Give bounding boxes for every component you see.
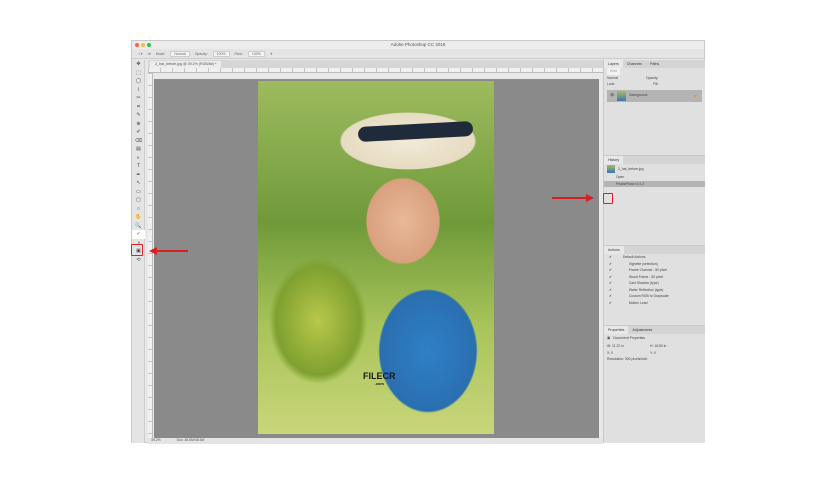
tool-15-icon[interactable]: ▭ <box>132 188 145 197</box>
tool-11-icon[interactable]: ◐ <box>132 154 145 163</box>
tool-7-icon[interactable]: ⊕ <box>132 120 145 129</box>
status-bar: 39.2% Doc: 48.6M/48.6M <box>148 438 603 444</box>
resolution-value: Resolution: 300 pixels/inch <box>607 357 648 361</box>
tool-19-icon[interactable]: 🔍 <box>132 222 145 231</box>
y-value[interactable]: Y: 0 <box>650 350 656 357</box>
tool-13-icon[interactable]: ✒ <box>132 171 145 180</box>
options-bar: ✓▾ •▾ Mode: Normal Opacity: 100% Flow: 1… <box>132 49 704 59</box>
tool-3-icon[interactable]: ⌇ <box>132 86 145 95</box>
tool-18-icon[interactable]: ✋ <box>132 213 145 222</box>
layer-name: Background <box>629 93 648 98</box>
window-title: Adobe Photoshop CC 2018 <box>390 42 446 47</box>
tool-16-icon[interactable]: ▢ <box>132 196 145 205</box>
tab-paths[interactable]: Paths <box>646 60 663 68</box>
tool-2-icon[interactable]: ◯ <box>132 77 145 86</box>
vertical-ruler <box>148 73 153 438</box>
tool-17-icon[interactable]: ○ <box>132 205 145 214</box>
mode-select[interactable]: Normal <box>170 50 190 57</box>
tool-0-icon[interactable]: ✥ <box>132 60 145 69</box>
doc-size: Doc: 48.6M/48.6M <box>176 438 205 442</box>
brush-size-icon[interactable]: •▾ <box>148 52 151 56</box>
tab-channels[interactable]: Channels <box>623 60 646 68</box>
hat-band <box>357 121 474 142</box>
arrow-left-head-icon <box>149 247 157 255</box>
brush-tool-highlight <box>131 244 143 256</box>
tool-1-icon[interactable]: ⬚ <box>132 69 145 78</box>
arrow-right-head-icon <box>586 194 594 202</box>
tool-10-icon[interactable]: ▤ <box>132 145 145 154</box>
tool-14-icon[interactable]: ↖ <box>132 179 145 188</box>
actions-panel: Actions ✔ Default Actions ✔ Vignette (selec… <box>604 245 705 325</box>
history-snapshot[interactable]: 2_hat_before.jpg <box>604 164 705 174</box>
flow-field[interactable]: 100% <box>247 50 265 57</box>
action-label: Molten Lead <box>628 300 648 305</box>
tool-8-icon[interactable]: ✐ <box>132 128 145 137</box>
canvas-area[interactable]: FILECR .com <box>154 79 599 438</box>
tool-4-icon[interactable]: ✂ <box>132 94 145 103</box>
minimize-button[interactable] <box>141 43 145 47</box>
tool-23-icon[interactable]: ⟲ <box>132 256 145 265</box>
photoshop-window: Adobe Photoshop CC 2018 ✓▾ •▾ Mode: Norm… <box>131 40 705 444</box>
tool-5-icon[interactable]: ⌗ <box>132 103 145 112</box>
flow-label: Flow: <box>234 51 243 56</box>
panels-dock: Layers Channels Paths Kind Normal Opacity: … <box>603 60 705 443</box>
horizontal-ruler <box>148 68 603 73</box>
tab-properties[interactable]: Properties <box>604 326 629 334</box>
arrow-left-icon <box>156 250 188 252</box>
zoom-level[interactable]: 39.2% <box>151 438 161 444</box>
lock-label: Lock: <box>607 82 616 86</box>
arrow-right-icon <box>552 197 587 199</box>
brush-preset-icon[interactable]: ✓▾ <box>138 52 143 56</box>
layer-background[interactable]: 👁 Background 🔒 <box>607 89 702 102</box>
tab-layers[interactable]: Layers <box>604 60 623 68</box>
maximize-button[interactable] <box>147 43 151 47</box>
mode-label: Mode: <box>155 51 166 56</box>
document-tab[interactable]: 2_hat_before.jpg @ 39.2% (RGB/8#) * <box>150 61 222 68</box>
close-button[interactable] <box>135 43 139 47</box>
history-brush-highlight <box>603 193 613 204</box>
document-icon: ▣ <box>607 336 611 341</box>
fill-label: Fill: <box>653 82 659 86</box>
history-item-pearlsphoto[interactable]: PearlsPhoto r1.0.2 <box>604 180 705 187</box>
document-image[interactable]: FILECR .com <box>258 81 494 434</box>
tool-9-icon[interactable]: ⌫ <box>132 137 145 146</box>
history-panel: History 2_hat_before.jpg Open PearlsPhot… <box>604 155 705 245</box>
title-bar: Adobe Photoshop CC 2018 <box>132 41 704 49</box>
tool-20-icon[interactable]: ✓ <box>132 230 145 239</box>
tool-6-icon[interactable]: ✎ <box>132 111 145 120</box>
opacity-field[interactable]: 100% <box>212 50 230 57</box>
visibility-icon[interactable]: 👁 <box>610 92 614 99</box>
airbrush-icon[interactable]: ✈ <box>270 52 273 56</box>
layers-panel: Layers Channels Paths Kind Normal Opacity: … <box>604 60 705 155</box>
watermark: FILECR .com <box>363 371 396 386</box>
opacity-label: Opacity: <box>194 51 208 56</box>
history-title: History <box>604 156 624 164</box>
tab-adjustments[interactable]: Adjustments <box>628 326 656 334</box>
action-item[interactable]: ✔ Molten Lead <box>604 300 705 307</box>
actions-title: Actions <box>604 246 624 254</box>
properties-panel: Properties Adjustments ▣ Document Properti… <box>604 325 705 363</box>
document-tabs: 2_hat_before.jpg @ 39.2% (RGB/8#) * <box>148 60 603 68</box>
properties-title: Document Properties <box>613 336 646 341</box>
tool-12-icon[interactable]: T <box>132 162 145 171</box>
check-icon[interactable]: ✔ <box>609 300 612 307</box>
layer-thumbnail <box>617 90 627 101</box>
lock-icon: 🔒 <box>693 93 698 98</box>
